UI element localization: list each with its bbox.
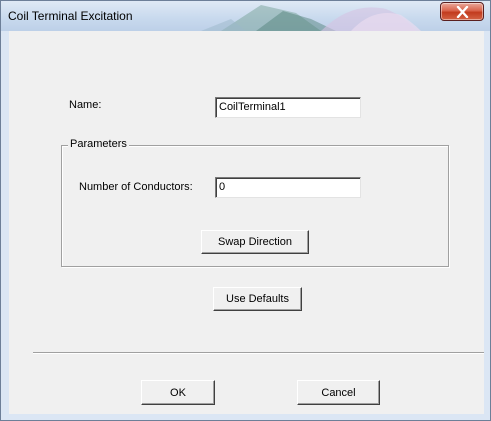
footer-separator <box>33 352 484 354</box>
conductors-label: Number of Conductors: <box>79 181 193 193</box>
conductors-field[interactable]: 0 <box>215 177 361 198</box>
name-field[interactable]: CoilTerminal1 <box>215 97 361 118</box>
cancel-button[interactable]: Cancel <box>297 380 380 405</box>
window-title: Coil Terminal Excitation <box>8 9 133 23</box>
title-bar[interactable]: Coil Terminal Excitation <box>1 1 490 31</box>
name-label: Name: <box>69 99 102 111</box>
title-bar-decoration <box>201 1 461 31</box>
dialog-window: Coil Terminal Excitation Name: CoilTermi… <box>0 0 491 421</box>
dialog-body: Name: CoilTerminal1 Parameters Number of… <box>9 31 484 414</box>
close-button[interactable] <box>440 2 484 21</box>
use-defaults-button[interactable]: Use Defaults <box>213 287 302 311</box>
swap-direction-button[interactable]: Swap Direction <box>201 230 309 254</box>
ok-button[interactable]: OK <box>141 380 215 405</box>
close-x-icon <box>456 6 469 18</box>
parameters-group-title: Parameters <box>68 138 129 150</box>
